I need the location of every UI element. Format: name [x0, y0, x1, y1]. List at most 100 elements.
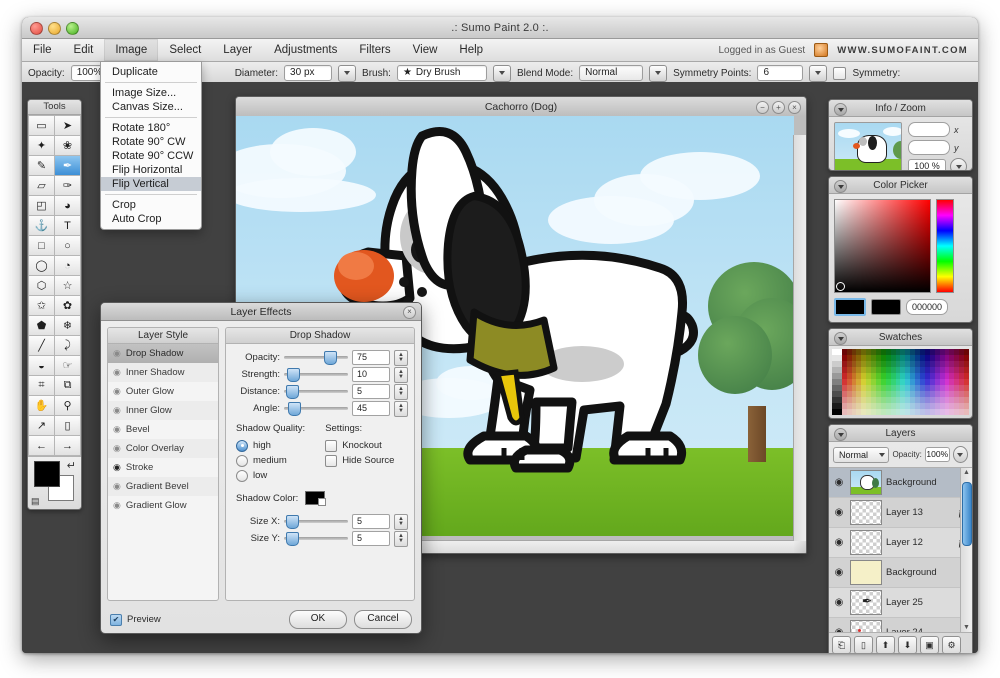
- preview-checkbox[interactable]: ✔: [110, 613, 122, 626]
- layers-toolbar[interactable]: ⎗ ▯ ⬆ ⬇ ▣ ⚙: [829, 633, 972, 653]
- symmetry-points-input[interactable]: 6: [757, 65, 804, 81]
- tool-pie-shape[interactable]: ◔: [55, 256, 80, 275]
- menu-item-flip-horizontal[interactable]: Flip Horizontal: [101, 163, 201, 177]
- saturation-value-field[interactable]: [834, 199, 931, 293]
- layer-visibility-eye-icon[interactable]: ◉: [832, 567, 846, 578]
- layer-style-list[interactable]: ◉ Drop Shadow ◉ Inner Shadow ◉ Outer Glow ◉ Inn…: [108, 344, 218, 515]
- layer-style-color-overlay[interactable]: ◉ Color Overlay: [108, 439, 218, 458]
- layer-style-drop-shadow[interactable]: ◉ Drop Shadow: [108, 344, 218, 363]
- tool-arrow-right[interactable]: →: [55, 436, 80, 455]
- style-visibility-eye-icon[interactable]: ◉: [113, 367, 121, 378]
- zoom-dropdown-button[interactable]: [950, 158, 967, 170]
- layer-style-gradient-bevel[interactable]: ◉ Gradient Bevel: [108, 477, 218, 496]
- layer-visibility-eye-icon[interactable]: ◉: [832, 597, 846, 608]
- reset-colors-icon[interactable]: ▤: [31, 496, 40, 507]
- menu-filters[interactable]: Filters: [348, 39, 401, 61]
- window-controls[interactable]: [30, 22, 79, 35]
- color-swatch-block[interactable]: ↵ ▤: [28, 456, 81, 509]
- tool-zoom[interactable]: ⚲: [55, 396, 80, 415]
- tools-grid[interactable]: ▭ ➤ ✦ ❀ ✎ ✒ ▱ ✑ ◰ ◕ ⚓ T □ ○ ◯ ◔ ⬡ ☆ ✩ ✿ ⬟ ❄ ╱ ⤸ ◒ ☞ ⌗ ⧉ ✋ ⚲ ↗ ▯ ← →: [28, 115, 81, 456]
- menu-item-duplicate[interactable]: Duplicate: [101, 65, 201, 79]
- layer-opacity-dropdown-button[interactable]: [952, 446, 968, 463]
- document-maximize-button[interactable]: +: [772, 101, 785, 114]
- slider-stepper[interactable]: ▲ ▼: [394, 349, 408, 366]
- layer-style-bevel[interactable]: ◉ Bevel: [108, 420, 218, 439]
- layer-visibility-eye-icon[interactable]: ◉: [832, 507, 846, 518]
- y-coordinate-input[interactable]: [908, 140, 950, 155]
- effect-sliders[interactable]: Opacity: 75 ▲ ▼ Strength: 10 ▲ ▼ Distance: 5 ▲ ▼ Ang…: [226, 344, 414, 417]
- zoom-level-value[interactable]: 100 %: [908, 159, 946, 170]
- tool-star-outline-shape[interactable]: ☆: [55, 276, 80, 295]
- style-visibility-eye-icon[interactable]: ◉: [113, 443, 121, 454]
- radio-icon[interactable]: [236, 469, 248, 482]
- slider-knob[interactable]: [287, 368, 301, 382]
- layer-visibility-eye-icon[interactable]: ◉: [832, 477, 846, 488]
- tool-smudge[interactable]: ☞: [55, 356, 80, 375]
- layer-visibility-eye-icon[interactable]: ◉: [832, 627, 846, 632]
- tool-rectangle-shape[interactable]: □: [29, 236, 54, 255]
- slider-track[interactable]: [284, 368, 348, 382]
- layer-mask-icon[interactable]: ▣: [920, 636, 939, 653]
- cancel-button[interactable]: Cancel: [354, 610, 412, 629]
- layers-scrollbar-thumb[interactable]: [962, 482, 972, 546]
- slider-value-input[interactable]: 10: [352, 367, 390, 382]
- tool-ink-pen[interactable]: ✑: [55, 176, 80, 195]
- hex-color-input[interactable]: 000000: [906, 299, 948, 315]
- delete-layer-icon[interactable]: ▯: [854, 636, 873, 653]
- menu-view[interactable]: View: [402, 39, 449, 61]
- layer-row[interactable]: ◉ Background: [829, 558, 972, 588]
- slider-track[interactable]: [284, 351, 348, 365]
- tool-star-shape[interactable]: ✩: [29, 296, 54, 315]
- document-minimize-button[interactable]: −: [756, 101, 769, 114]
- size-sliders[interactable]: Size X: 5 ▲ ▼ Size Y: 5 ▲ ▼: [226, 505, 414, 547]
- tool-crop[interactable]: ⌗: [29, 376, 54, 395]
- tool-curve[interactable]: ⤸: [55, 336, 80, 355]
- new-layer-icon[interactable]: ⎗: [832, 636, 851, 653]
- layer-opacity-input[interactable]: 100%: [924, 447, 950, 462]
- tool-text[interactable]: T: [55, 216, 80, 235]
- hue-slider[interactable]: [936, 199, 954, 293]
- tool-blob-shape[interactable]: ⬟: [29, 316, 54, 335]
- style-visibility-eye-icon[interactable]: ◉: [113, 500, 121, 511]
- tool-clipboard[interactable]: ▯: [55, 416, 80, 435]
- radio-icon[interactable]: [236, 454, 248, 467]
- tool-arrow-left[interactable]: ←: [29, 436, 54, 455]
- tool-flower-shape[interactable]: ✿: [55, 296, 80, 315]
- menu-item-crop[interactable]: Crop: [101, 198, 201, 212]
- collapse-panel-icon[interactable]: [834, 332, 847, 345]
- dialog-close-button[interactable]: ×: [403, 306, 416, 319]
- layer-blend-mode-select[interactable]: Normal: [833, 446, 890, 463]
- blend-mode-dropdown-button[interactable]: [649, 64, 668, 82]
- layer-row[interactable]: ◉Layer 13fx: [829, 498, 972, 528]
- slider-stepper[interactable]: ▲ ▼: [394, 530, 408, 547]
- layer-style-inner-glow[interactable]: ◉ Inner Glow: [108, 401, 218, 420]
- slider-track[interactable]: [284, 532, 348, 546]
- slider-knob[interactable]: [285, 385, 299, 399]
- menu-layer[interactable]: Layer: [212, 39, 263, 61]
- tool-paint-bucket[interactable]: ◕: [55, 196, 80, 215]
- slider-stepper[interactable]: ▲ ▼: [394, 366, 408, 383]
- style-visibility-eye-icon[interactable]: ◉: [113, 481, 121, 492]
- setting-hide-source[interactable]: Hide Source: [325, 453, 394, 468]
- info-zoom-panel-header[interactable]: Info / Zoom: [829, 100, 972, 117]
- scroll-down-icon[interactable]: ▼: [963, 624, 970, 631]
- settings-options[interactable]: Knockout Hide Source: [325, 438, 394, 468]
- tool-eraser[interactable]: ▱: [29, 176, 54, 195]
- layer-style-outer-glow[interactable]: ◉ Outer Glow: [108, 382, 218, 401]
- tool-blur-drop[interactable]: ◒: [29, 356, 54, 375]
- layer-style-stroke[interactable]: ◉ Stroke: [108, 458, 218, 477]
- layers-list[interactable]: ◉Background◉Layer 13fx◉Layer 12fx◉Backgr…: [829, 467, 972, 633]
- tool-pencil[interactable]: ✎: [29, 156, 54, 175]
- brand-url[interactable]: WWW.SUMOFAINT.COM: [837, 45, 968, 56]
- slider-knob[interactable]: [287, 402, 301, 416]
- layer-row[interactable]: ◉ Background: [829, 468, 972, 498]
- layer-effects-dialog[interactable]: Layer Effects × Layer Style ◉ Drop Shadow…: [100, 302, 422, 634]
- tool-circle-shape[interactable]: ◯: [29, 256, 54, 275]
- menu-item-canvas-size[interactable]: Canvas Size...: [101, 100, 201, 114]
- diameter-input[interactable]: 30 px: [284, 65, 333, 81]
- menu-adjustments[interactable]: Adjustments: [263, 39, 348, 61]
- layer-row[interactable]: ◉ Layer 24: [829, 618, 972, 632]
- collapse-panel-icon[interactable]: [834, 103, 847, 116]
- brush-preset-input[interactable]: ★ Dry Brush: [396, 65, 487, 81]
- checkbox-icon[interactable]: [325, 439, 338, 452]
